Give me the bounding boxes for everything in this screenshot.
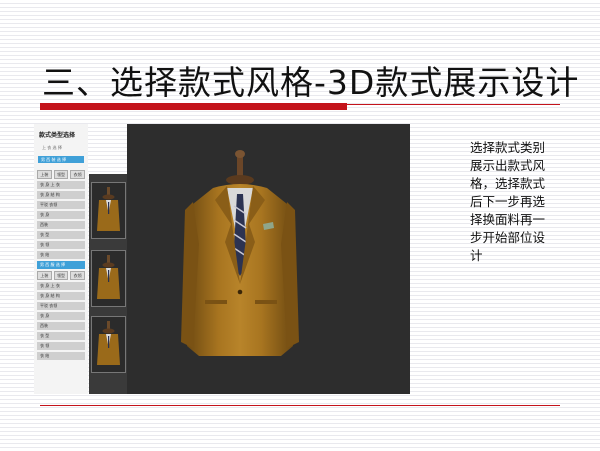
sidebar-tab[interactable]: 衣领 xyxy=(70,271,86,280)
slide-title: 三、选择款式风格-3D款式展示设计 xyxy=(42,63,580,102)
thumbnail-strip xyxy=(89,174,127,394)
sidebar-item[interactable]: 西装 xyxy=(37,322,85,330)
sidebar-tab[interactable]: 领型 xyxy=(53,271,69,280)
sidebar-tab[interactable]: 领型 xyxy=(53,170,69,179)
suit-thumbnail[interactable] xyxy=(91,250,126,307)
suit-mannequin-icon xyxy=(181,150,299,356)
sidebar-tab[interactable]: 衣领 xyxy=(70,170,86,179)
suit-thumbnail-icon xyxy=(97,187,120,231)
sidebar-tab[interactable]: 上装 xyxy=(37,170,52,179)
suit-thumbnail-icon xyxy=(97,255,120,299)
sidebar-item[interactable]: 衣 身 结 构 xyxy=(37,292,85,300)
sidebar-tab[interactable]: 上装 xyxy=(37,271,52,280)
sidebar-active-category-2[interactable]: 男 西 服 选 择 xyxy=(37,261,85,269)
sidebar-item[interactable]: 衣 身 上 衣 xyxy=(37,282,85,290)
sidebar-item[interactable]: 衣 型 xyxy=(37,332,85,340)
sidebar-active-category[interactable]: 男 西 装 选 择 xyxy=(38,156,84,163)
sidebar-title: 款式类型选择 xyxy=(39,132,76,139)
sidebar-item[interactable]: 衣 结 xyxy=(37,352,85,360)
sidebar-item[interactable]: 衣 领 xyxy=(37,241,85,249)
sidebar-item[interactable]: 衣 型 xyxy=(37,231,85,239)
sidebar-item[interactable]: 平驳 衣领 xyxy=(37,302,85,310)
sidebar-item[interactable]: 平驳 衣领 xyxy=(37,201,85,209)
sidebar-tabs: 上装 领型 衣领 xyxy=(37,170,86,179)
suit-thumbnail[interactable] xyxy=(91,182,126,239)
sidebar-item[interactable]: 衣 身 xyxy=(37,312,85,320)
title-underline xyxy=(40,104,560,105)
bottom-divider xyxy=(40,405,560,406)
sidebar-item[interactable]: 西装 xyxy=(37,221,85,229)
sidebar-item[interactable]: 衣 领 xyxy=(37,342,85,350)
sidebar-item[interactable]: 衣 结 xyxy=(37,251,85,259)
style-selection-sidebar: 款式类型选择 上 衣 选 择 男 西 装 选 择 上装 领型 衣领 衣 身 上 … xyxy=(34,124,88,394)
sidebar-tabs-2: 上装 领型 衣领 xyxy=(37,271,86,280)
sidebar-subtitle: 上 衣 选 择 xyxy=(42,145,62,150)
sidebar-item[interactable]: 衣 身 xyxy=(37,211,85,219)
suit-thumbnail[interactable] xyxy=(91,316,126,373)
slide-description: 选择款式类别展示出款式风格，选择款式后下一步再选择换面料再一步开始部位设计 xyxy=(470,140,546,263)
suit-thumbnail-icon xyxy=(97,321,120,365)
3d-suit-viewer[interactable] xyxy=(127,124,410,394)
sidebar-item[interactable]: 衣 身 结 构 xyxy=(37,191,85,199)
sidebar-item[interactable]: 衣 身 上 衣 xyxy=(37,181,85,189)
